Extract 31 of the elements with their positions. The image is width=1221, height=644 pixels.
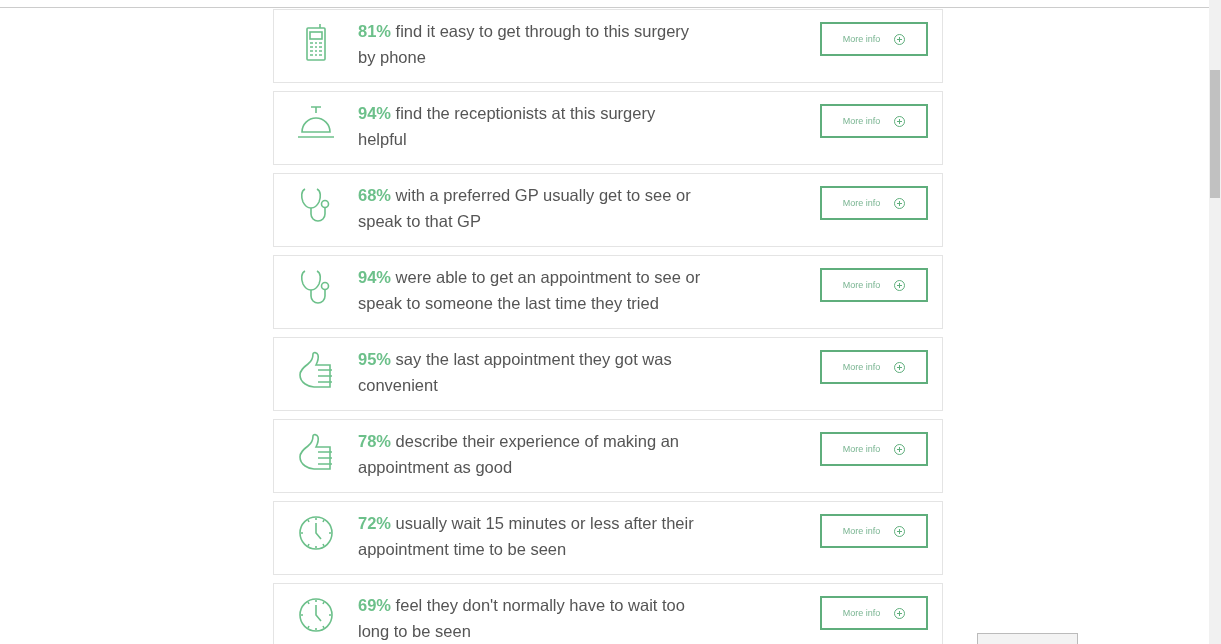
result-text: 94% find the receptionists at this surgery helpful <box>358 103 657 150</box>
more-info-button[interactable]: More info <box>820 350 928 384</box>
plus-circle-icon <box>894 115 906 127</box>
plus-circle-icon <box>894 279 906 291</box>
more-info-button[interactable]: More info <box>820 186 928 220</box>
result-text: 95% say the last appointment they got was convenient <box>358 349 673 396</box>
thumbs-up-icon <box>298 351 334 389</box>
more-info-button[interactable]: More info <box>820 514 928 548</box>
result-text: 72% usually wait 15 minutes or less after their appointment time to be seen <box>358 513 695 560</box>
service-bell-icon <box>297 105 335 139</box>
result-text: 78% describe their experience of making an appointment as good <box>358 431 681 478</box>
more-info-button[interactable]: More info <box>820 22 928 56</box>
thumbs-up-icon <box>298 433 334 471</box>
plus-circle-icon <box>894 443 906 455</box>
plus-circle-icon <box>894 361 906 373</box>
scrollbar[interactable] <box>1209 0 1221 644</box>
mobile-phone-icon <box>306 23 326 61</box>
more-info-button[interactable]: More info <box>820 432 928 466</box>
clock-icon <box>298 597 334 633</box>
plus-circle-icon <box>894 525 906 537</box>
more-info-button[interactable]: More info <box>820 268 928 302</box>
result-text: 94% were able to get an appointment to see or speak to someone the last time they tried <box>358 267 702 314</box>
clock-icon <box>298 515 334 551</box>
plus-circle-icon <box>894 197 906 209</box>
plus-circle-icon <box>894 33 906 45</box>
result-text: 68% with a preferred GP usually get to see or speak to that GP <box>358 185 692 232</box>
more-info-button[interactable]: More info <box>820 596 928 630</box>
result-text: 81% find it easy to get through to this surgery by phone <box>358 21 691 68</box>
result-text: 69% feel they don't normally have to wait too long to be seen <box>358 595 686 642</box>
plus-circle-icon <box>894 607 906 619</box>
more-info-button[interactable]: More info <box>820 104 928 138</box>
